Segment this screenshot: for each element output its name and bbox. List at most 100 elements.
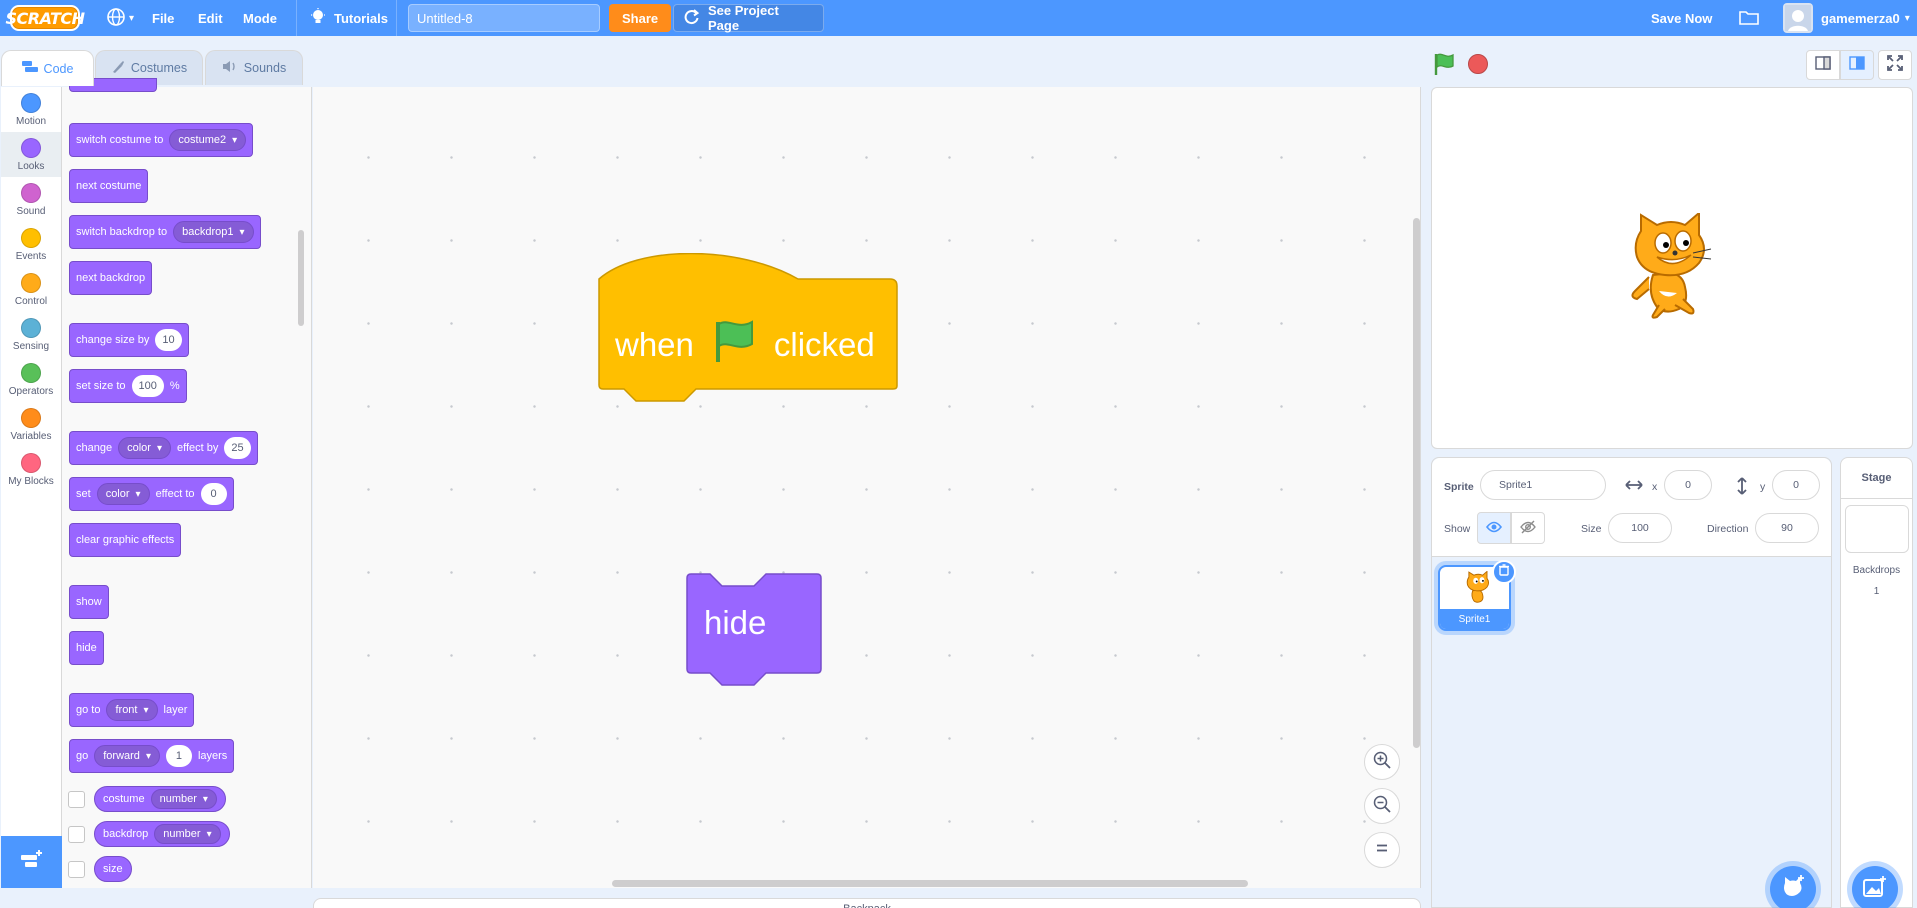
share-button[interactable]: Share [609, 4, 672, 32]
avatar[interactable] [1783, 3, 1813, 33]
block-go-layers[interactable]: go forward 1 layers [69, 739, 235, 773]
trash-icon [1498, 563, 1510, 581]
category-events[interactable]: Events [1, 222, 61, 267]
block-label: change [76, 442, 113, 454]
category-sensing[interactable]: Sensing [1, 312, 61, 357]
stage-thumbnail[interactable] [1844, 505, 1909, 553]
stage-target-pane[interactable]: Stage Backdrops 1 [1840, 457, 1913, 908]
tab-code[interactable]: Code [1, 50, 94, 86]
stop-button[interactable] [1468, 54, 1488, 74]
tab-sounds[interactable]: Sounds [205, 50, 303, 85]
reporter-label: backdrop [103, 828, 149, 840]
direction-label: Direction [1707, 523, 1749, 535]
project-title-input[interactable]: Untitled-8 [408, 4, 600, 32]
choose-sprite-button[interactable] [1770, 866, 1816, 908]
layer-dropdown[interactable]: front [106, 699, 158, 721]
palette-scrollbar[interactable] [298, 230, 304, 326]
block-next-backdrop[interactable]: next backdrop [69, 261, 153, 295]
mode-menu[interactable]: Mode [237, 0, 283, 36]
costume-dropdown[interactable]: costume2 [169, 129, 247, 151]
code-workspace[interactable] [313, 87, 1421, 888]
category-variables[interactable]: Variables [1, 402, 61, 447]
block-change-size[interactable]: change size by 10 [69, 323, 189, 357]
effect-amount-input[interactable]: 25 [224, 437, 251, 459]
backdrop-number-dropdown[interactable]: number [154, 824, 221, 844]
backpack-header[interactable]: Backpack [313, 898, 1421, 908]
category-motion[interactable]: Motion [1, 87, 61, 132]
category-sound[interactable]: Sound [1, 177, 61, 222]
file-menu[interactable]: File [146, 0, 180, 36]
large-stage-button[interactable] [1840, 50, 1874, 80]
reporter-costume[interactable]: costume number [94, 786, 226, 812]
save-now-button[interactable]: Save Now [1645, 0, 1718, 36]
block-go-to-layer[interactable]: go to front layer [69, 693, 195, 727]
choose-backdrop-button[interactable] [1852, 866, 1898, 908]
block-label: switch backdrop to [76, 226, 168, 238]
backdrop-checkbox[interactable] [68, 826, 85, 843]
block-change-effect[interactable]: change color effect by 25 [69, 431, 258, 465]
effect-dropdown[interactable]: color [96, 483, 150, 505]
costume-checkbox[interactable] [68, 791, 85, 808]
y-input[interactable]: 0 [1772, 470, 1820, 500]
size-change-input[interactable]: 10 [155, 329, 182, 351]
category-my-blocks[interactable]: My Blocks [1, 447, 61, 492]
see-project-page-button[interactable]: See Project Page [673, 3, 824, 33]
size-checkbox[interactable] [68, 861, 85, 878]
block-next-costume[interactable]: next costume [69, 169, 149, 203]
category-menu: Motion Looks Sound Events Control Sensin… [1, 87, 62, 836]
account-menu[interactable]: gamemerza0 ▾ [1815, 0, 1916, 36]
reporter-backdrop[interactable]: backdrop number [94, 821, 230, 847]
delete-sprite-button[interactable] [1492, 560, 1516, 584]
see-project-page-label: See Project Page [708, 3, 779, 33]
backdrop-dropdown[interactable]: backdrop1 [173, 221, 254, 243]
language-menu[interactable]: ▾ [100, 0, 140, 36]
tutorials-button[interactable]: Tutorials [304, 0, 394, 36]
direction-input[interactable]: 90 [1755, 513, 1819, 543]
workspace-horizontal-scrollbar[interactable] [612, 880, 1248, 887]
my-stuff-button[interactable] [1733, 0, 1765, 36]
block-switch-backdrop[interactable]: switch backdrop to backdrop1 [69, 215, 261, 249]
layers-input[interactable]: 1 [165, 745, 192, 767]
green-flag-button[interactable] [1432, 52, 1456, 81]
zoom-out-button[interactable] [1364, 788, 1400, 824]
lightbulb-icon [310, 7, 326, 29]
small-stage-button[interactable] [1806, 50, 1840, 80]
effect-dropdown[interactable]: color [118, 437, 171, 459]
show-sprite-button[interactable] [1477, 512, 1511, 544]
block-set-effect[interactable]: set color effect to 0 [69, 477, 234, 511]
category-looks[interactable]: Looks [1, 132, 61, 177]
size-label: Size [1581, 523, 1602, 535]
zoom-reset-button[interactable] [1364, 832, 1400, 868]
reporter-size[interactable]: size [94, 856, 132, 882]
workspace-vertical-scrollbar[interactable] [1413, 218, 1420, 748]
block-show[interactable]: show [69, 585, 109, 619]
equals-icon [1374, 840, 1390, 861]
costume-number-dropdown[interactable]: number [150, 789, 217, 809]
block-set-size[interactable]: set size to 100 % [69, 369, 187, 403]
size-input[interactable]: 100 [1608, 513, 1672, 543]
block-clear-graphic-effects[interactable]: clear graphic effects [69, 523, 182, 557]
stage-canvas[interactable] [1431, 87, 1913, 449]
block-hide[interactable]: hide [69, 631, 104, 665]
category-control[interactable]: Control [1, 267, 61, 312]
add-extension-button[interactable] [1, 836, 62, 888]
block-label: go [76, 750, 89, 762]
block-switch-costume[interactable]: switch costume to costume2 [69, 123, 254, 157]
hide-block-label: hide [704, 604, 767, 641]
hat-block-content: when clicked [615, 318, 875, 372]
category-operators[interactable]: Operators [1, 357, 61, 402]
zoom-in-icon [1372, 750, 1392, 775]
size-input[interactable]: 100 [131, 375, 164, 397]
scratch-logo[interactable]: SCRATCH [6, 5, 85, 31]
extension-icon [20, 849, 44, 876]
cat-sprite-icon[interactable] [1619, 213, 1715, 319]
edit-menu[interactable]: Edit [192, 0, 229, 36]
fullscreen-button[interactable] [1878, 50, 1912, 80]
effect-value-input[interactable]: 0 [200, 483, 227, 505]
hide-sprite-button[interactable] [1511, 512, 1545, 544]
sprite-name-input[interactable]: Sprite1 [1480, 470, 1606, 500]
direction-dropdown[interactable]: forward [94, 745, 160, 767]
zoom-in-button[interactable] [1364, 744, 1400, 780]
backdrops-label: Backdrops [1852, 565, 1901, 576]
x-input[interactable]: 0 [1664, 470, 1712, 500]
